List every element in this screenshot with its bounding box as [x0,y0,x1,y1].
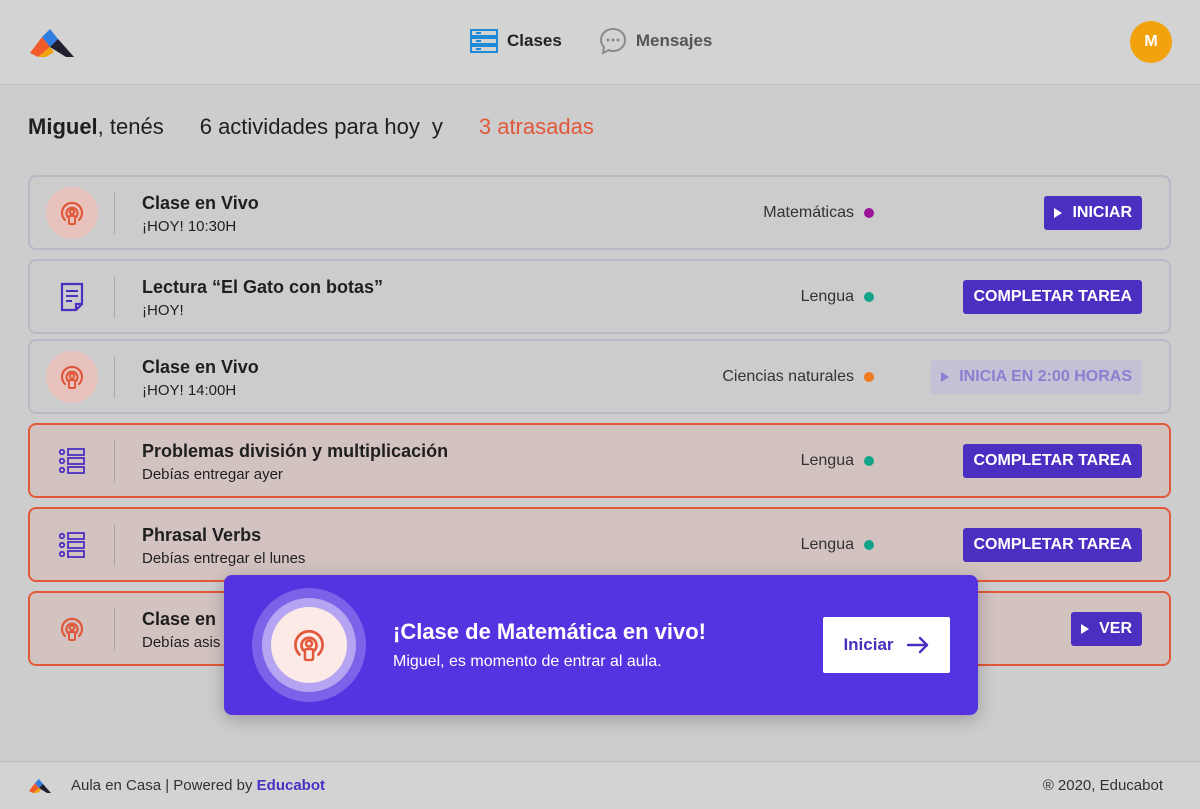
subject-dot [864,456,874,466]
play-icon [1081,624,1090,634]
notification-subtitle: Miguel, es momento de entrar al aula. [393,653,662,670]
footer-brand-link[interactable]: Educabot [257,777,325,794]
subject-label: Ciencias naturales [722,368,854,385]
start-class-label: Iniciar [843,635,894,654]
arrow-right-icon [906,636,928,654]
activity-title: Clase en Vivo [142,357,259,377]
activity-title: Problemas división y multiplicación [142,441,449,461]
activity-title: Clase en [142,609,217,629]
subject-label: Matemáticas [763,204,854,221]
icon-ring-inner [271,607,347,683]
footer-text: Aula en Casa | Powered by Educabot [71,777,325,794]
view-button-label: VER [1099,620,1132,637]
activity-date: Debías entregar ayer [142,466,283,483]
play-icon [1054,208,1063,218]
card-divider [114,192,115,234]
top-bar: Clases Mensajes M [0,0,1200,85]
card-divider [114,356,115,398]
icon-badge [46,187,98,239]
subject-label: Lengua [800,452,854,469]
card-divider [114,608,115,650]
starts-in-button: INICIA EN 2:00 HORAS [931,360,1142,394]
footer-copyright: ® 2020, Educabot [1042,777,1163,794]
greeting-name: Miguel [28,114,98,139]
activity-subject: Matemáticas [763,204,874,222]
icon-badge [46,435,98,487]
activity-date: ¡HOY! 10:30H [142,218,237,235]
activity-subject: Lengua [801,288,874,306]
activity-title: Lectura “El Gato con botas” [142,277,384,297]
classes-icon [470,29,498,53]
activity-title: Clase en Vivo [142,193,259,213]
notification-title: ¡Clase de Matemática en vivo! [393,619,707,644]
starts-in-label: INICIA EN 2:00 HORAS [959,368,1132,385]
play-icon [941,372,950,382]
icon-badge [46,519,98,571]
complete-task-label: COMPLETAR TAREA [973,288,1132,305]
activity-date: ¡HOY! [142,302,184,319]
greeting-activity-count: 6 actividades para hoy [199,114,420,139]
subject-label: Lengua [800,536,854,553]
activity-date: ¡HOY! 14:00H [142,382,237,399]
icon-badge [46,603,98,655]
subject-dot [864,372,874,382]
greeting-conjunction: y [431,114,443,139]
live-broadcast-icon [294,629,324,662]
activity-card-late[interactable]: Problemas división y multiplicación Debí… [28,423,1171,498]
complete-task-button[interactable]: COMPLETAR TAREA [963,444,1142,478]
activity-date: Debías entregar el lunes [142,550,306,567]
card-divider [114,440,115,482]
logo-icon [29,779,51,793]
complete-task-label: COMPLETAR TAREA [973,452,1132,469]
avatar[interactable]: M [1130,21,1172,63]
view-button[interactable]: VER [1071,612,1142,646]
nav-label-mensajes: Mensajes [635,31,713,50]
nav-item-clases[interactable]: Clases [469,28,562,54]
activity-date: Debías asis [142,634,221,651]
activity-subject: Lengua [801,536,874,554]
live-broadcast-icon [60,201,84,225]
live-class-notification: ¡Clase de Matemática en vivo! Miguel, es… [224,575,978,715]
footer: Aula en Casa | Powered by Educabot ® 202… [0,761,1200,809]
footer-powered-by: Aula en Casa | Powered by [71,777,257,794]
activity-subject: Lengua [801,452,874,470]
complete-task-label: COMPLETAR TAREA [973,536,1132,553]
card-divider [114,524,115,566]
complete-task-button[interactable]: COMPLETAR TAREA [963,280,1142,314]
greeting-tenes: , tenés [97,114,164,139]
start-button-label: INICIAR [1072,204,1132,221]
activity-card[interactable]: Lectura “El Gato con botas” ¡HOY! Lengua… [28,259,1171,334]
activity-card-late[interactable]: Phrasal Verbs Debías entregar el lunes L… [28,507,1171,582]
subject-dot [864,208,874,218]
nav-label-clases: Clases [507,31,562,50]
activity-title: Phrasal Verbs [142,525,262,545]
list-icon [58,532,85,558]
complete-task-button[interactable]: COMPLETAR TAREA [963,528,1142,562]
main-nav: Clases Mensajes [469,26,712,56]
greeting: Miguel , tenés 6 actividades para hoy y … [28,114,594,140]
icon-badge [46,351,98,403]
subject-dot [864,292,874,302]
logo-icon[interactable] [28,27,76,59]
document-icon [60,282,84,312]
greeting-late-count: 3 atrasadas [478,114,594,139]
live-broadcast-icon [60,365,84,389]
activity-card[interactable]: Clase en Vivo ¡HOY! 10:30H Matemáticas I… [28,175,1171,250]
activity-subject: Ciencias naturales [722,368,874,386]
list-icon [58,448,85,474]
card-divider [114,276,115,318]
icon-badge [46,271,98,323]
chat-bubble-icon [599,27,626,55]
start-class-button[interactable]: Iniciar [823,617,950,673]
subject-label: Lengua [800,288,854,305]
activity-card[interactable]: Clase en Vivo ¡HOY! 14:00H Ciencias natu… [28,339,1171,414]
subject-dot [864,540,874,550]
live-broadcast-icon [60,617,84,641]
start-button[interactable]: INICIAR [1044,196,1142,230]
nav-item-mensajes[interactable]: Mensajes [598,26,713,56]
